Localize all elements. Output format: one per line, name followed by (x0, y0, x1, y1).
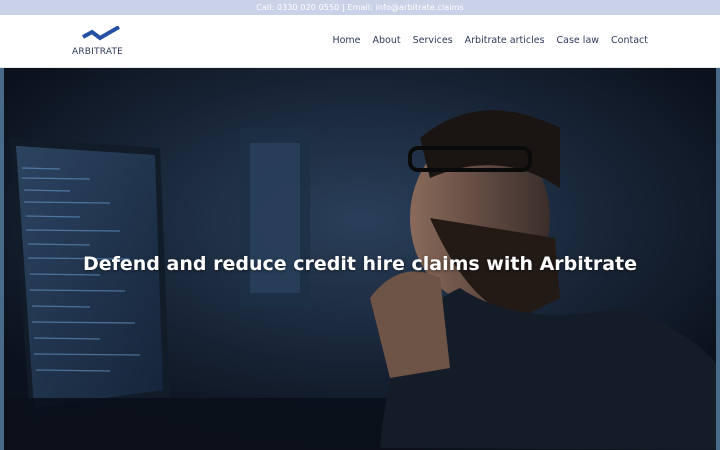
main-nav: Home About Services Arbitrate articles C… (332, 35, 648, 46)
hero-banner: Defend and reduce credit hire claims wit… (0, 68, 720, 450)
contact-info[interactable]: Call: 0330 020 0550 | Email: info@arbitr… (256, 3, 464, 12)
site-header: ARBITRATE Home About Services Arbitrate … (0, 15, 720, 68)
nav-arbitrate-articles[interactable]: Arbitrate articles (465, 35, 545, 46)
nav-home[interactable]: Home (332, 35, 360, 46)
nav-contact[interactable]: Contact (611, 35, 648, 46)
logo-wordmark: ARBITRATE (72, 47, 124, 57)
nav-case-law[interactable]: Case law (557, 35, 600, 46)
contact-bar: Call: 0330 020 0550 | Email: info@arbitr… (0, 0, 720, 15)
nav-services[interactable]: Services (413, 35, 453, 46)
nav-about[interactable]: About (373, 35, 401, 46)
hero-heading: Defend and reduce credit hire claims wit… (82, 253, 638, 275)
site-logo[interactable]: ARBITRATE (72, 24, 128, 64)
zigzag-check-icon (82, 26, 120, 41)
